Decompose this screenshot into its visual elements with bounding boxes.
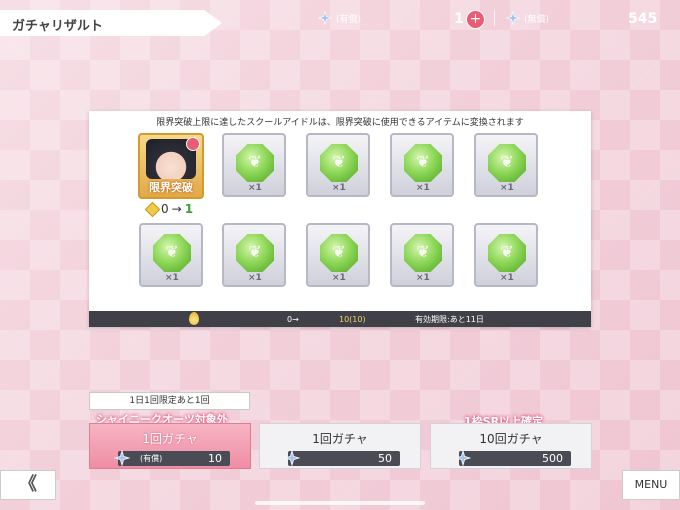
home-indicator[interactable] xyxy=(255,501,425,505)
star-gem-icon xyxy=(506,11,520,25)
cost-bar: 500 xyxy=(455,450,571,466)
free-currency-label: (無償) xyxy=(524,14,550,25)
item-card[interactable]: ❦ ×1 xyxy=(222,223,286,287)
menu-button[interactable]: MENU xyxy=(622,470,680,500)
item-card[interactable]: ❦ ×1 xyxy=(139,223,203,287)
feather-icon: ❦ xyxy=(500,152,514,171)
feather-icon: ❦ xyxy=(332,242,346,261)
item-quantity: ×1 xyxy=(500,183,514,193)
feather-icon: ❦ xyxy=(416,242,430,261)
summary-to: 10(10) xyxy=(339,314,366,324)
gacha-1-paid-button[interactable]: 1回ガチャ (有償) 10 xyxy=(89,423,251,469)
item-card[interactable]: ❦ ×1 xyxy=(474,223,538,287)
progress-to: 1 xyxy=(184,202,194,216)
free-currency-label-group: (無償) xyxy=(506,9,549,27)
paid-tag: (有償) xyxy=(140,454,163,463)
feather-icon: ❦ xyxy=(165,242,179,261)
feather-icon: ❦ xyxy=(248,242,262,261)
item-summary-bar: 0→ 10(10) 有効期限:あと11日 xyxy=(89,311,591,327)
back-button[interactable]: 《 xyxy=(0,470,56,500)
gacha-button-title: 10回ガチャ xyxy=(479,432,543,446)
star-gem-icon xyxy=(114,450,130,466)
item-card[interactable]: ❦ ×1 xyxy=(222,133,286,197)
gacha-1-button[interactable]: 1回ガチャ 50 xyxy=(259,423,421,469)
page-title-tab: ガチャリザルト xyxy=(0,10,222,36)
feather-icon: ❦ xyxy=(416,152,430,171)
diamond-icon xyxy=(144,201,161,217)
gacha-cost: 500 xyxy=(542,452,563,465)
gold-drop-icon xyxy=(189,312,199,325)
item-quantity: ×1 xyxy=(165,273,179,283)
paid-currency-count: 1 xyxy=(454,11,464,27)
gacha-result-panel: 限界突破上限に達したスクールアイドルは、限界突破に使用できるアイテムに変換されま… xyxy=(89,111,591,327)
gacha-10-button[interactable]: 10回ガチャ 500 xyxy=(430,423,592,469)
gacha-button-title: 1回ガチャ xyxy=(142,432,198,446)
item-quantity: ×1 xyxy=(248,273,262,283)
item-card[interactable]: ❦ ×1 xyxy=(306,223,370,287)
idol-attribute-badge xyxy=(186,137,200,151)
limit-break-progress: 0 → 1 xyxy=(144,201,194,217)
paid-currency-label: (有償) xyxy=(336,14,362,25)
star-gem-icon xyxy=(284,450,300,466)
item-quantity: ×1 xyxy=(332,183,346,193)
item-quantity: ×1 xyxy=(416,273,430,283)
item-card[interactable]: ❦ ×1 xyxy=(474,133,538,197)
summary-from: 0→ xyxy=(287,314,299,324)
idol-card[interactable]: 限界突破 xyxy=(138,133,204,199)
page-title: ガチャリザルト xyxy=(12,19,103,34)
item-card[interactable]: ❦ ×1 xyxy=(390,133,454,197)
currency-divider xyxy=(494,10,495,26)
feather-icon: ❦ xyxy=(500,242,514,261)
feather-icon: ❦ xyxy=(248,152,262,171)
expiry-text: 有効期限:あと11日 xyxy=(415,314,484,324)
progress-from: 0 xyxy=(161,202,169,216)
item-card[interactable]: ❦ ×1 xyxy=(306,133,370,197)
cost-bar: (有償) 10 xyxy=(114,450,230,466)
item-quantity: ×1 xyxy=(416,183,430,193)
item-quantity: ×1 xyxy=(332,273,346,283)
item-quantity: ×1 xyxy=(248,183,262,193)
progress-arrow: → xyxy=(171,202,182,216)
daily-limit-tag: 1日1回限定あと1回 xyxy=(89,392,250,410)
add-currency-button[interactable]: + xyxy=(466,10,485,29)
paid-currency-label-group: (有償) xyxy=(318,9,361,27)
cost-bar: 50 xyxy=(284,450,400,466)
item-quantity: ×1 xyxy=(500,273,514,283)
feather-icon: ❦ xyxy=(332,152,346,171)
gacha-button-title: 1回ガチャ xyxy=(312,432,368,446)
gacha-cost: 10 xyxy=(208,452,222,465)
gacha-cost: 50 xyxy=(378,452,392,465)
star-gem-icon xyxy=(455,450,471,466)
free-currency-count: 545 xyxy=(628,11,658,27)
limit-break-label: 限界突破 xyxy=(149,181,193,194)
star-gem-icon xyxy=(318,11,332,25)
item-card[interactable]: ❦ ×1 xyxy=(390,223,454,287)
conversion-notice: 限界突破上限に達したスクールアイドルは、限界突破に使用できるアイテムに変換されま… xyxy=(156,118,524,128)
